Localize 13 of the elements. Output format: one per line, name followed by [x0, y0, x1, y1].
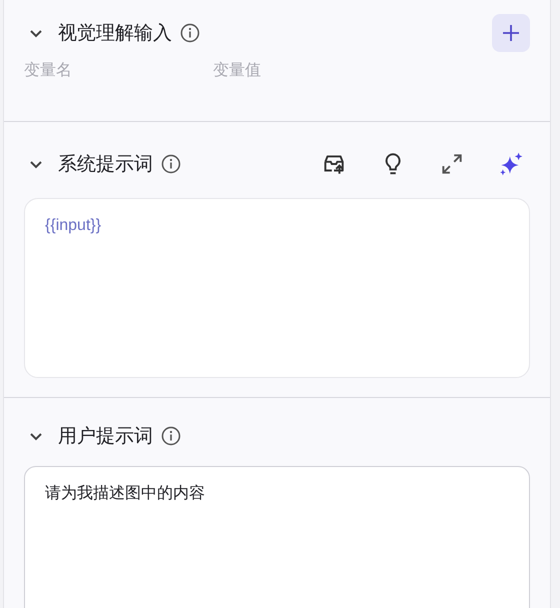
prompt-field[interactable]: {{input}}: [24, 198, 530, 378]
section-title: 视觉理解输入: [58, 21, 172, 46]
sparkle-icon[interactable]: [498, 151, 524, 177]
info-icon[interactable]: [161, 426, 181, 446]
section-title: 用户提示词: [58, 424, 153, 449]
info-icon[interactable]: [180, 23, 200, 43]
column-header: 变量值: [213, 60, 262, 81]
plus-icon: [502, 24, 520, 42]
section-title: 系统提示词: [58, 152, 153, 177]
prompt-field[interactable]: 请为我描述图中的内容: [24, 466, 530, 608]
add-button[interactable]: [492, 14, 530, 52]
info-icon[interactable]: [161, 154, 181, 174]
column-header: 变量名: [24, 60, 73, 81]
